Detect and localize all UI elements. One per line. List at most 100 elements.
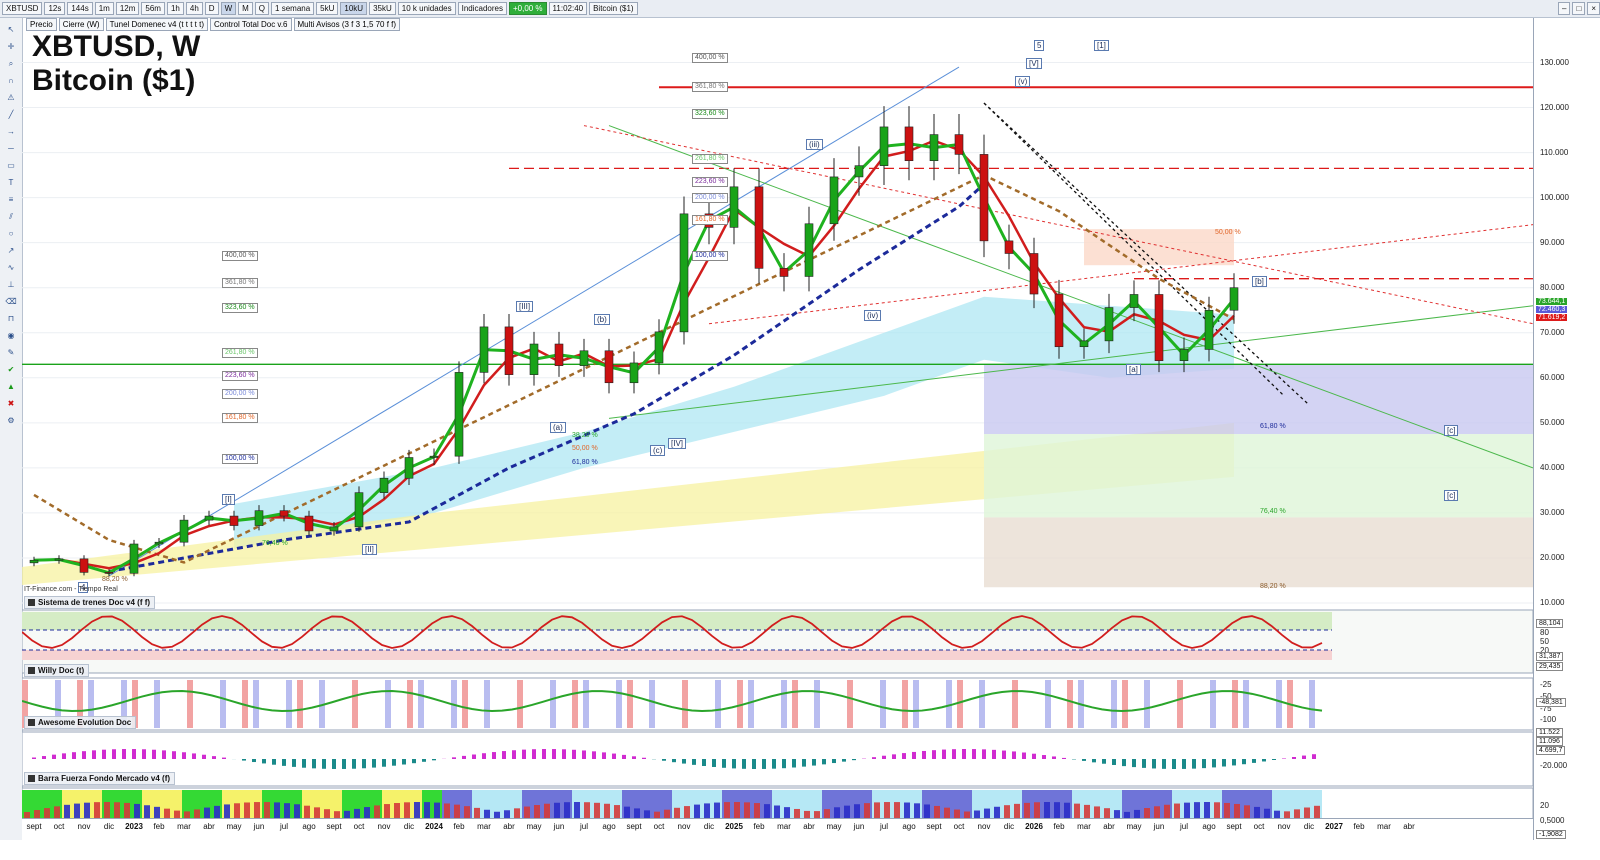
force-bar (1304, 807, 1310, 818)
rectangle-icon[interactable]: ▭ (4, 161, 18, 171)
force-bar (1204, 802, 1210, 818)
fibonacci-icon[interactable]: ≡ (4, 195, 18, 205)
awesome-bar (882, 755, 886, 759)
awesome-bar (282, 759, 286, 766)
awesome-bar (152, 749, 156, 759)
timeframe-1m[interactable]: 1m (94, 2, 114, 15)
panel-toggle-icon[interactable] (28, 719, 35, 726)
time-axis-label: oct (1253, 822, 1265, 831)
symbol-selector[interactable]: XBTUSD (2, 2, 43, 15)
willy-band (253, 680, 259, 728)
current-price-label: 72.460,3 (1536, 306, 1568, 313)
awesome-bar (1012, 751, 1016, 759)
timeframe-4h[interactable]: 4h (185, 2, 203, 15)
alert-icon[interactable]: ⚠ (4, 93, 18, 103)
price-chart[interactable] (22, 18, 1533, 818)
text-icon[interactable]: T (4, 178, 18, 188)
volume-bar-10kU[interactable]: 10kU (340, 2, 368, 15)
candle-body (1104, 307, 1114, 342)
timeframe-12s[interactable]: 12s (44, 2, 66, 15)
awesome-bar (892, 754, 896, 759)
candle-body (429, 455, 439, 458)
delete-icon[interactable]: ✖ (4, 399, 18, 409)
force-bar (524, 806, 530, 818)
magnet-icon[interactable]: ∩ (4, 76, 18, 86)
price-axis[interactable]: 130.000 120.000 110.000 100.000 90.000 80.000… (1533, 18, 1600, 840)
candle-body (504, 326, 514, 375)
panel-toggle-icon[interactable] (28, 775, 35, 782)
force-bar (1234, 803, 1240, 818)
awesome-bar (1112, 759, 1116, 765)
time-axis-label: mar (777, 822, 791, 831)
horizontal-line-icon[interactable]: ─ (4, 144, 18, 154)
indicator-value-label: 31,387 (1536, 652, 1564, 661)
force-bar (564, 802, 570, 818)
cursor-icon[interactable]: ↖ (4, 25, 18, 35)
period-selector[interactable]: 1 semana (271, 2, 315, 15)
maximize-icon[interactable]: □ (1572, 2, 1586, 15)
awesome-bar (452, 757, 456, 759)
force-bar (1244, 805, 1250, 818)
eye-icon[interactable]: ◉ (4, 331, 18, 341)
channel-icon[interactable]: ⫽ (4, 212, 18, 222)
time-axis[interactable]: sept oct nov dic 2023 feb mar abr may jun jul ago se… (22, 818, 1533, 841)
crosshair-icon[interactable]: ✛ (4, 42, 18, 52)
panel-header-willy[interactable]: Willy Doc (t) (24, 664, 90, 677)
time-axis-label: ago (902, 822, 916, 831)
trendline-icon[interactable]: ╱ (4, 110, 18, 120)
time-axis-label: abr (203, 822, 215, 831)
check-icon[interactable]: ✔ (4, 365, 18, 375)
ruler-icon[interactable]: ⊥ (4, 280, 18, 290)
units-selector[interactable]: 10 k unidades (397, 2, 456, 15)
timeframe-144s[interactable]: 144s (67, 2, 93, 15)
status-bar (0, 840, 1600, 860)
close-icon[interactable]: × (1587, 2, 1600, 15)
timeframe-W[interactable]: W (220, 2, 237, 15)
target-box-orange (1084, 229, 1234, 266)
panel-toggle-icon[interactable] (28, 599, 35, 606)
timeframe-Q[interactable]: Q (254, 2, 270, 15)
willy-band (1276, 680, 1282, 728)
willy-band (913, 680, 919, 728)
awesome-bar (32, 757, 36, 759)
timeframe-1h[interactable]: 1h (166, 2, 184, 15)
awesome-bar (672, 759, 676, 763)
thumb-up-icon[interactable]: ▲ (4, 382, 18, 392)
timeframe-M[interactable]: M (238, 2, 253, 15)
minimize-icon[interactable]: – (1558, 2, 1571, 15)
lock-icon[interactable]: ⊓ (4, 314, 18, 324)
candle-body (679, 213, 689, 333)
force-bar (1214, 802, 1220, 818)
ray-icon[interactable]: → (4, 127, 18, 137)
awesome-bar (272, 759, 276, 765)
volume-bar-5kU[interactable]: 5kU (316, 2, 339, 15)
arrow-icon[interactable]: ↗ (4, 246, 18, 256)
settings-icon[interactable]: ⚙ (4, 416, 18, 426)
ellipse-icon[interactable]: ○ (4, 229, 18, 239)
force-bar (1054, 802, 1060, 818)
panel-header-trains[interactable]: Sistema de trenes Doc v4 (f f) (24, 596, 156, 609)
awesome-bar (42, 756, 46, 759)
panel-header-awesome[interactable]: Awesome Evolution Doc (24, 716, 137, 729)
timeframe-12m[interactable]: 12m (115, 2, 140, 15)
timeframe-D[interactable]: D (204, 2, 219, 15)
willy-band (1111, 680, 1117, 728)
timeframe-56m[interactable]: 56m (141, 2, 165, 15)
awesome-bar (1102, 759, 1106, 764)
zoom-icon[interactable]: ⌕ (4, 59, 18, 69)
eraser-icon[interactable]: ⌫ (4, 297, 18, 307)
awesome-bar (822, 759, 826, 765)
indicators-button[interactable]: Indicadores (457, 2, 507, 15)
indicator-value-label: -48,381 (1536, 698, 1566, 707)
wave-icon[interactable]: ∿ (4, 263, 18, 273)
force-bar (314, 807, 320, 818)
awesome-bar (62, 753, 66, 759)
willy-band (715, 680, 721, 728)
panel-toggle-icon[interactable] (28, 667, 35, 674)
volume-bar-35kU[interactable]: 35kU (369, 2, 396, 15)
force-bar (514, 808, 520, 818)
time-axis-label: jul (1179, 822, 1189, 831)
time-axis-label: abr (803, 822, 815, 831)
pencil-icon[interactable]: ✎ (4, 348, 18, 358)
panel-header-force[interactable]: Barra Fuerza Fondo Mercado v4 (f) (24, 772, 176, 785)
